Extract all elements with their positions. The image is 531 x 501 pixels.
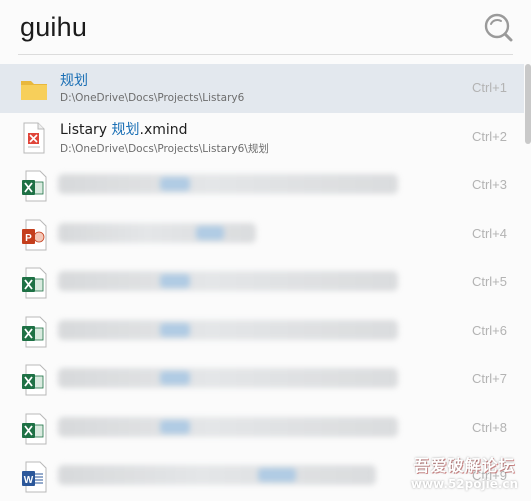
search-icon[interactable] xyxy=(482,11,514,43)
shortcut-label: Ctrl+6 xyxy=(471,322,507,338)
svg-text:W: W xyxy=(24,475,34,486)
excel-file-icon xyxy=(22,413,47,444)
blurred-result-text xyxy=(58,465,376,485)
xmind-file-icon xyxy=(23,122,45,153)
result-item-excel[interactable]: Ctrl+8 xyxy=(0,404,524,453)
folder-icon xyxy=(21,81,47,100)
excel-file-icon xyxy=(22,364,47,396)
blurred-result-text xyxy=(58,319,398,340)
result-title: Listary 规划.xmind xyxy=(60,121,188,138)
shortcut-label: Ctrl+1 xyxy=(471,80,507,95)
result-path: D:\OneDrive\Docs\Projects\Listary6 xyxy=(60,92,245,104)
result-item-xmind[interactable]: Listary 规划.xmind D:\OneDrive\Docs\Projec… xyxy=(0,113,524,162)
svg-text:P: P xyxy=(25,233,32,244)
result-item-excel[interactable]: Ctrl+3 xyxy=(0,161,524,210)
result-path: D:\OneDrive\Docs\Projects\Listary6\规划 xyxy=(60,142,269,155)
result-item-excel[interactable]: Ctrl+7 xyxy=(0,355,524,404)
shortcut-label: Ctrl+7 xyxy=(471,371,507,386)
watermark: 吾爱破解论坛 www.52pojie.cn xyxy=(398,450,531,500)
search-input[interactable]: guihu xyxy=(20,12,87,43)
result-item-powerpoint[interactable]: P Ctrl+4 xyxy=(0,210,524,259)
result-item-excel[interactable]: Ctrl+5 xyxy=(0,258,524,307)
blurred-result-text xyxy=(58,271,398,291)
blurred-result-text xyxy=(58,222,256,243)
shortcut-label: Ctrl+4 xyxy=(471,225,507,241)
excel-file-icon xyxy=(22,267,47,299)
watermark-url: www.52pojie.cn xyxy=(410,477,519,491)
result-item-folder[interactable]: 规划 D:\OneDrive\Docs\Projects\Listary6 Ct… xyxy=(0,64,524,113)
scrollbar[interactable] xyxy=(525,64,531,144)
search-divider xyxy=(18,54,513,55)
excel-file-icon xyxy=(22,316,47,347)
search-bar: guihu xyxy=(0,0,531,62)
results-list: 规划 D:\OneDrive\Docs\Projects\Listary6 Ct… xyxy=(0,64,524,501)
shortcut-label: Ctrl+8 xyxy=(471,419,507,435)
watermark-title: 吾爱破解论坛 xyxy=(413,456,516,475)
blurred-result-text xyxy=(58,174,398,194)
result-item-excel[interactable]: Ctrl+6 xyxy=(0,307,524,356)
result-title: 规划 xyxy=(60,73,88,89)
blurred-result-text xyxy=(58,416,398,437)
word-file-icon: W xyxy=(22,461,47,493)
excel-file-icon xyxy=(22,170,47,202)
shortcut-label: Ctrl+5 xyxy=(471,274,507,289)
shortcut-label: Ctrl+2 xyxy=(471,128,507,144)
blurred-result-text xyxy=(58,368,398,388)
powerpoint-file-icon: P xyxy=(22,219,47,250)
shortcut-label: Ctrl+3 xyxy=(471,177,507,192)
